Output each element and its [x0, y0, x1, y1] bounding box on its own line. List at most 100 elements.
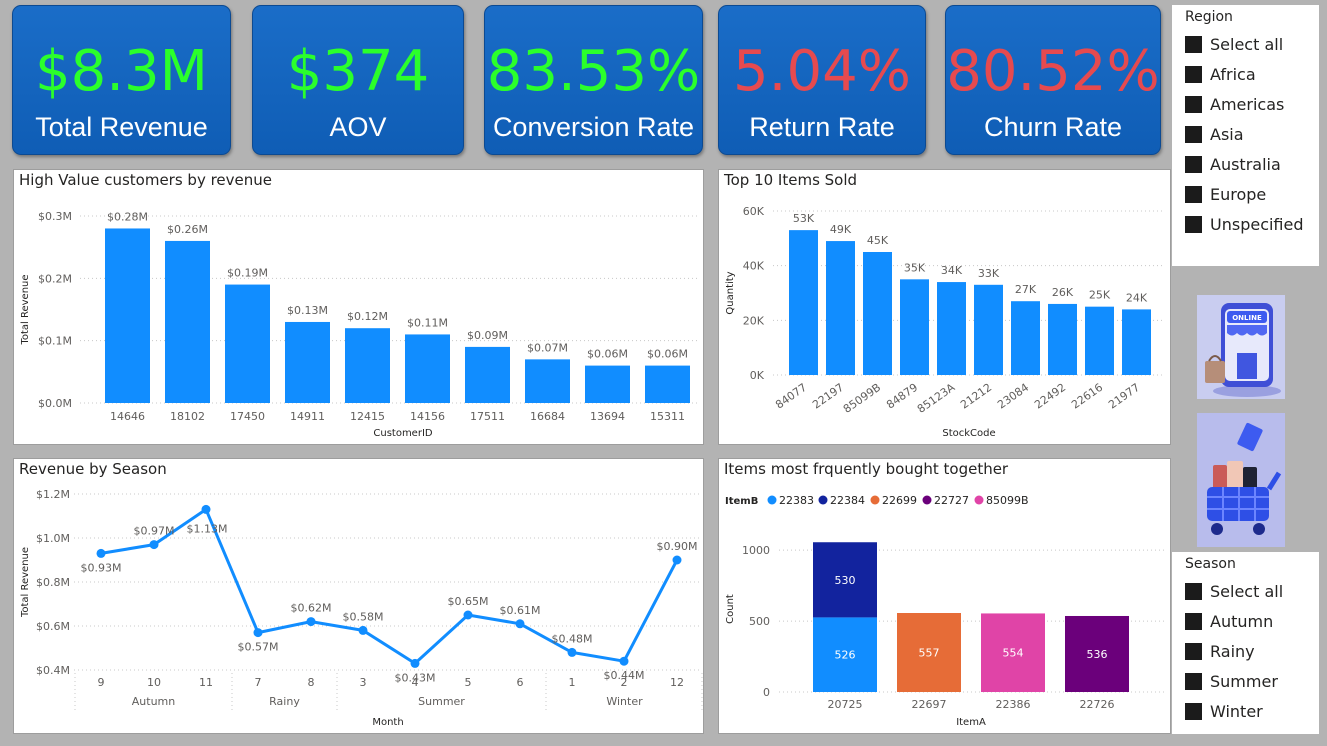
checkbox[interactable] [1185, 216, 1202, 233]
bar [225, 284, 270, 403]
legend-marker [922, 495, 932, 505]
slicer-title: Region [1185, 9, 1233, 25]
kpi-card-aov: $374 AOV [252, 5, 464, 155]
checkbox[interactable] [1185, 36, 1202, 53]
x-axis-title: StockCode [942, 428, 995, 439]
kpi-value: 80.52% [946, 39, 1160, 104]
y-tick-label: 500 [749, 615, 770, 628]
y-axis-title: Count [725, 594, 736, 624]
legend-marker [767, 495, 777, 505]
bar [105, 228, 150, 403]
x-tick-label: 17450 [230, 410, 265, 423]
kpi-label: Conversion Rate [492, 112, 695, 142]
x-tick-label: 1 [569, 676, 576, 689]
slicer-title: Season [1185, 556, 1236, 572]
data-label: $0.07M [527, 341, 568, 354]
checkbox[interactable] [1185, 583, 1202, 600]
bar [900, 279, 929, 375]
checkbox[interactable] [1185, 126, 1202, 143]
legend-label: 22384 [830, 494, 865, 507]
y-axis-title: Total Revenue [20, 547, 31, 618]
data-label: $0.61M [500, 604, 541, 617]
x-tick-label: 22386 [996, 698, 1031, 711]
y-tick-label: 60K [743, 205, 765, 218]
y-tick-label: $0.1M [38, 335, 72, 348]
checkbox[interactable] [1185, 186, 1202, 203]
legend-marker [870, 495, 880, 505]
checkbox[interactable] [1185, 673, 1202, 690]
option-label: Australia [1210, 155, 1281, 174]
option-label: Select all [1210, 582, 1284, 601]
kpi-label: AOV [329, 112, 387, 142]
data-label: 49K [830, 223, 852, 236]
kpi-card-churn-rate: 80.52% Churn Rate [945, 5, 1161, 155]
data-label: 45K [867, 234, 889, 247]
x-group-label: Autumn [132, 695, 175, 708]
data-label: 526 [835, 649, 856, 662]
x-group-label: Summer [418, 695, 465, 708]
data-label: $0.06M [647, 348, 688, 361]
region-slicer: Region Select all Africa Americas Asia A… [1172, 5, 1319, 266]
data-label: 27K [1015, 283, 1037, 296]
checkbox[interactable] [1185, 96, 1202, 113]
option-label: Winter [1210, 702, 1263, 721]
y-tick-label: 0K [750, 369, 765, 382]
x-tick-label: 20725 [828, 698, 863, 711]
x-tick-label: 21977 [1106, 381, 1142, 412]
x-tick-label: 84077 [773, 381, 809, 412]
y-tick-label: $0.6M [36, 620, 70, 633]
y-axis-title: Quantity [725, 271, 736, 314]
data-label: 53K [793, 212, 815, 225]
x-tick-label: 14156 [410, 410, 445, 423]
data-label: $0.13M [287, 304, 328, 317]
bar [863, 252, 892, 375]
data-label: $0.62M [291, 602, 332, 615]
bar [405, 334, 450, 403]
data-label: $0.65M [448, 595, 489, 608]
data-label: $0.19M [227, 267, 268, 280]
data-point [463, 610, 473, 620]
data-label: $0.28M [107, 210, 148, 223]
checkbox[interactable] [1185, 703, 1202, 720]
x-tick-label: 23084 [995, 381, 1031, 412]
bar-chart-customers: $0.0M $0.1M $0.2M $0.3M $0.28M 14646 $0.26M 181… [20, 210, 698, 439]
legend-marker [974, 495, 984, 505]
bar [525, 359, 570, 403]
x-tick-label: 3 [360, 676, 367, 689]
data-label: 530 [835, 574, 856, 587]
y-tick-label: 40K [743, 260, 765, 273]
bar [937, 282, 966, 375]
data-point [358, 625, 368, 635]
x-tick-label: 2 [621, 676, 628, 689]
x-axis-title: CustomerID [373, 428, 433, 439]
bar [1085, 306, 1114, 375]
kpi-value: 83.53% [486, 39, 701, 104]
chart-panel-top-items[interactable]: Top 10 Items Sold 0K 20K 40K 60K 53K 84077 49K… [718, 169, 1171, 445]
data-label: 34K [941, 264, 963, 277]
kpi-card-total-revenue: $8.3M Total Revenue [12, 5, 231, 155]
x-tick-label: 22616 [1069, 381, 1105, 412]
stacked-bar-chart-bought-together: ItemB 22383 22384 22699 22727 85099B 0 500 1000 5… [725, 494, 1165, 728]
x-tick-label: 18102 [170, 410, 205, 423]
chart-panel-high-value-customers[interactable]: High Value customers by revenue $0.0M $0.… [13, 169, 704, 445]
bar-chart-items: 0K 20K 40K 60K 53K 84077 49K 22197 45K 85099B 35K 8… [725, 205, 1165, 439]
chart-panel-bought-together[interactable]: Items most frquently bought together Ite… [718, 458, 1171, 734]
checkbox[interactable] [1185, 613, 1202, 630]
option-label: Autumn [1210, 612, 1274, 631]
y-tick-label: $0.4M [36, 664, 70, 677]
checkbox[interactable] [1185, 643, 1202, 660]
x-tick-label: 10 [147, 676, 161, 689]
x-tick-label: 8 [308, 676, 315, 689]
checkbox[interactable] [1185, 156, 1202, 173]
kpi-value: 5.04% [733, 39, 911, 104]
data-label: $0.12M [347, 310, 388, 323]
data-point [619, 656, 629, 666]
data-label: $0.57M [238, 641, 279, 654]
chart-panel-revenue-by-season[interactable]: Revenue by Season $0.4M $0.6M $0.8M $1.0M $1… [13, 458, 704, 734]
legend-title: ItemB [725, 496, 758, 507]
data-label: $0.26M [167, 223, 208, 236]
data-label: $0.06M [587, 348, 628, 361]
data-point [253, 628, 263, 638]
checkbox[interactable] [1185, 66, 1202, 83]
data-point [201, 504, 211, 514]
